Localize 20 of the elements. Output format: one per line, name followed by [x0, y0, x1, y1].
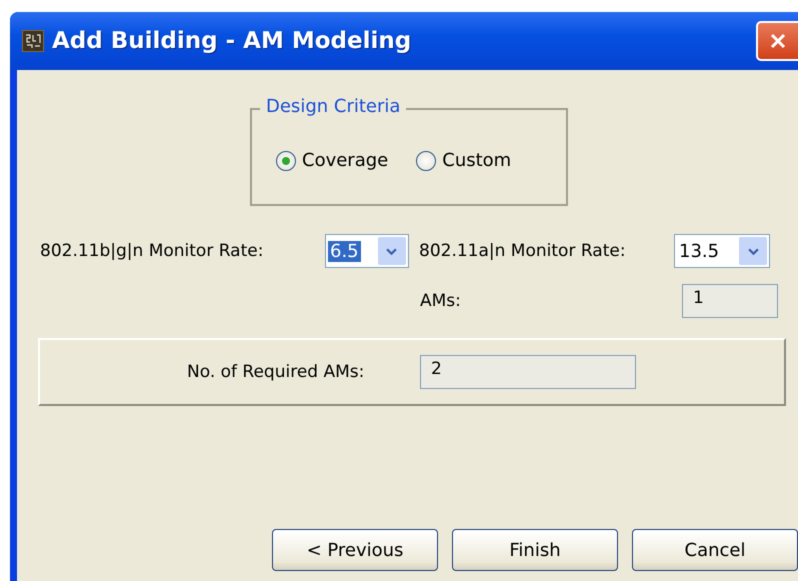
caret-icon — [386, 248, 398, 254]
caret-icon — [748, 248, 758, 254]
wizard-button[interactable]: Finish — [452, 529, 618, 571]
rate-dropdown[interactable]: 6.5 — [325, 234, 409, 268]
wizard-button[interactable]: < Previous — [272, 529, 438, 571]
rate-label: 802.11b|g|n Monitor Rate: — [40, 241, 264, 261]
window-title: Add Building - AM Modeling — [52, 28, 412, 54]
close-icon — [768, 31, 788, 51]
rate-dropdown[interactable]: 13.5 — [674, 234, 770, 268]
radio-option[interactable]: Custom — [416, 150, 512, 171]
app-icon — [22, 30, 44, 52]
required-label: No. of Required AMs: — [187, 362, 366, 382]
close-button[interactable] — [756, 21, 798, 61]
rate-label: 802.11a|n Monitor Rate: — [419, 241, 627, 261]
wizard-button[interactable]: Cancel — [632, 529, 798, 571]
group-title: Design Criteria — [260, 96, 406, 117]
ams-field[interactable]: 1 — [682, 284, 778, 318]
radio-option[interactable]: Coverage — [276, 150, 388, 171]
ams-label: AMs: — [420, 291, 462, 311]
required-field[interactable]: 2 — [420, 355, 636, 389]
